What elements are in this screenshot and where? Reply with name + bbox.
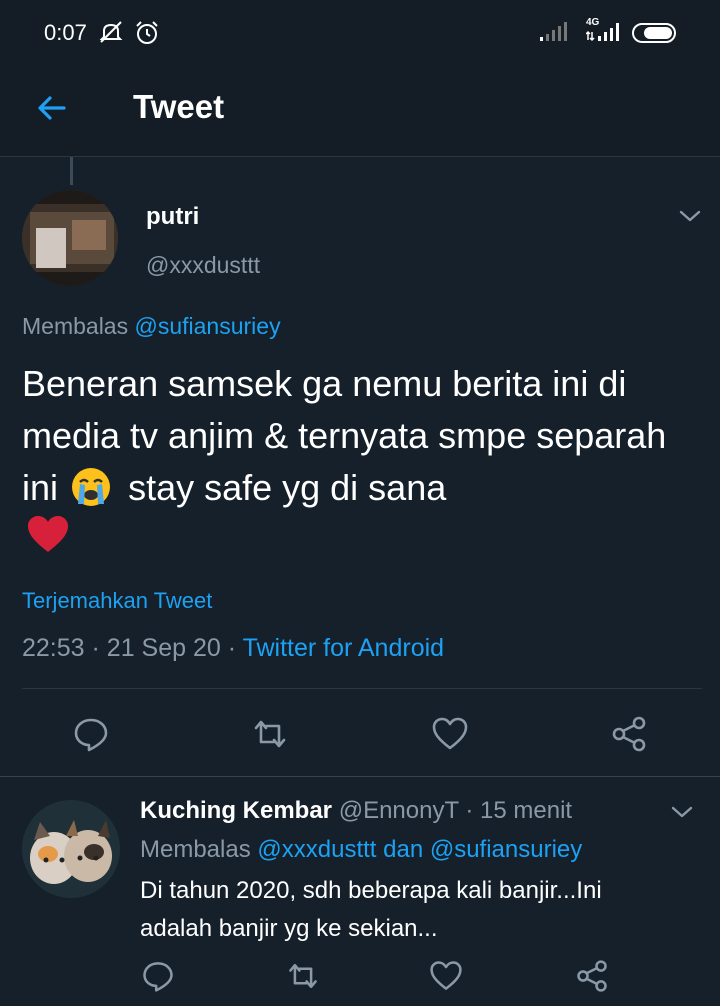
signal-weak-icon <box>540 22 567 41</box>
thread-connector-line <box>70 157 73 185</box>
app-bar: Tweet <box>0 62 720 157</box>
tweet-source[interactable]: Twitter for Android <box>243 634 444 662</box>
divider <box>22 688 702 689</box>
reply-author-handle[interactable]: @EnnonyT <box>339 797 459 824</box>
battery-icon <box>632 23 676 43</box>
reply-icon[interactable] <box>71 714 111 754</box>
divider <box>0 776 720 777</box>
tweet-text: Beneran samsek ga nemu berita ini di med… <box>22 358 702 514</box>
tweet-time: 22:53 <box>22 634 85 662</box>
reply-avatar[interactable] <box>22 800 120 898</box>
signal-strong-icon <box>586 23 619 42</box>
translate-tweet-link[interactable]: Terjemahkan Tweet <box>22 588 212 614</box>
status-time: 0:07 <box>44 20 87 45</box>
replying-to-line: Membalas @sufiansuriey <box>22 313 281 340</box>
replying-label: Membalas <box>22 313 129 339</box>
reply-time: 15 menit <box>480 797 573 824</box>
tweet-text-part2: stay safe yg di sana <box>128 467 447 508</box>
share-icon[interactable] <box>609 714 649 754</box>
reply-replying-to-line: Membalas @xxxdusttt dan @sufiansuriey <box>140 836 582 864</box>
chevron-down-icon[interactable] <box>678 208 702 224</box>
page-title: Tweet <box>133 88 225 125</box>
alarm-icon <box>136 21 158 44</box>
replying-label: Membalas <box>140 836 251 863</box>
retweet-icon[interactable] <box>285 958 321 994</box>
like-icon[interactable] <box>430 714 470 754</box>
reply-header: Kuching Kembar @EnnonyT · 15 menit <box>140 797 572 825</box>
reply-icon[interactable] <box>140 958 176 994</box>
avatar-image <box>22 190 118 286</box>
loudly-crying-emoji <box>72 468 111 506</box>
reply-avatar-image <box>22 800 120 898</box>
retweet-icon[interactable] <box>250 714 290 754</box>
mention-link[interactable]: @xxxdusttt dan @sufiansuriey <box>257 836 582 863</box>
tweet-meta: 22:53 · 21 Sep 20 · Twitter for Android <box>22 634 444 663</box>
avatar[interactable] <box>22 190 118 286</box>
author-name[interactable]: putri <box>146 203 199 231</box>
back-arrow-icon[interactable] <box>34 90 70 126</box>
reply-text: Di tahun 2020, sdh beberapa kali banjir.… <box>140 877 602 942</box>
meta-separator: · <box>91 634 100 662</box>
status-bar: 0:07 4G <box>0 0 720 62</box>
like-icon[interactable] <box>428 958 464 994</box>
red-heart-emoji <box>28 516 68 552</box>
meta-separator: · <box>227 634 237 662</box>
reply-author-name[interactable]: Kuching Kembar <box>140 797 332 824</box>
mention-link[interactable]: @sufiansuriey <box>135 313 281 339</box>
alarm-off-icon <box>99 21 123 43</box>
share-icon[interactable] <box>574 958 610 994</box>
author-handle[interactable]: @xxxdusttt <box>146 252 260 279</box>
chevron-down-icon[interactable] <box>670 804 694 820</box>
tweet-date: 21 Sep 20 <box>106 634 221 662</box>
meta-separator: · <box>465 797 474 824</box>
